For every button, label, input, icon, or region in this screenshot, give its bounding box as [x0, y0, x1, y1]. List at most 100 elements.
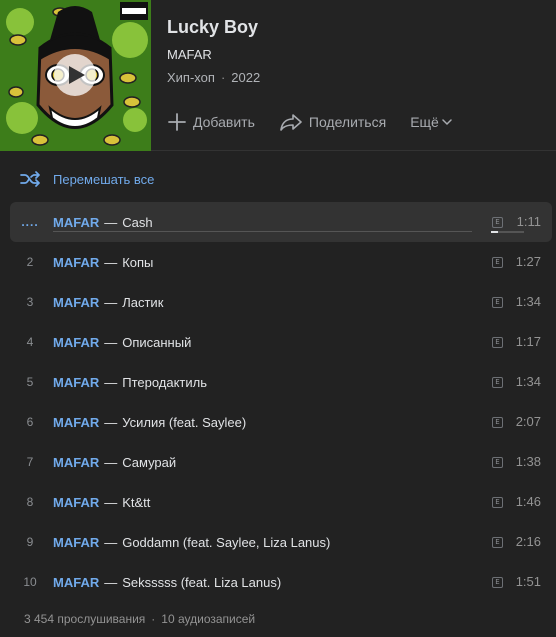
add-button-label: Добавить: [193, 114, 255, 130]
track-title-wrap: MAFAR — Усилия (feat. Saylee): [53, 402, 246, 442]
volume-fill: [491, 231, 498, 233]
track-title[interactable]: Kt&tt: [122, 495, 150, 510]
track-number: 2: [26, 255, 34, 269]
track-title-wrap: MAFAR — Kt&tt: [53, 482, 150, 522]
meta-separator: ·: [220, 70, 226, 85]
explicit-icon: E: [492, 297, 503, 308]
track-number: 6: [26, 415, 34, 429]
track-row[interactable]: 7 MAFAR — Самурай E 1:38: [10, 442, 552, 482]
track-dash: —: [104, 454, 118, 470]
more-button[interactable]: Ещё: [410, 114, 452, 130]
track-title[interactable]: Копы: [122, 255, 153, 270]
track-row[interactable]: .... MAFAR — Cash E 1:11: [10, 202, 552, 242]
plus-icon: [168, 113, 186, 131]
track-artist-link[interactable]: MAFAR: [53, 295, 99, 310]
album-title: Lucky Boy: [167, 17, 259, 37]
album-cover[interactable]: [0, 0, 151, 151]
share-arrow-icon: [280, 114, 302, 131]
track-number: 9: [26, 535, 34, 549]
explicit-icon: E: [492, 377, 503, 388]
track-title[interactable]: Cash: [122, 215, 152, 230]
track-dash: —: [104, 334, 118, 350]
track-title[interactable]: Усилия (feat. Saylee): [122, 415, 246, 430]
track-title[interactable]: Seksssss (feat. Liza Lanus): [122, 575, 281, 590]
track-title[interactable]: Ластик: [122, 295, 163, 310]
track-dash: —: [104, 534, 118, 550]
explicit-icon: E: [492, 577, 503, 588]
explicit-icon: E: [492, 217, 503, 228]
track-dash: —: [104, 214, 118, 230]
volume-slider[interactable]: [491, 231, 524, 233]
tracks-count: 10 аудиозаписей: [161, 612, 256, 626]
track-title[interactable]: Goddamn (feat. Saylee, Liza Lanus): [122, 535, 330, 550]
explicit-icon: E: [492, 497, 503, 508]
track-row[interactable]: 9 MAFAR — Goddamn (feat. Saylee, Liza Lanus…: [10, 522, 552, 562]
album-meta: Хип-хоп · 2022: [167, 70, 260, 85]
track-row[interactable]: 3 MAFAR — Ластик E 1:34: [10, 282, 552, 322]
track-number: 10: [23, 575, 37, 589]
track-title-wrap: MAFAR — Самурай: [53, 442, 176, 482]
track-duration: 1:51: [515, 574, 541, 589]
track-number: 7: [26, 455, 34, 469]
explicit-icon: E: [492, 417, 503, 428]
plays-count: 3 454 прослушивания: [24, 612, 146, 626]
track-number: 4: [26, 335, 34, 349]
shuffle-icon: [20, 171, 40, 187]
explicit-icon: E: [492, 257, 503, 268]
add-button[interactable]: Добавить: [167, 112, 255, 132]
track-progress-bar[interactable]: [53, 231, 472, 232]
track-artist-link[interactable]: MAFAR: [53, 255, 99, 270]
track-dash: —: [104, 574, 118, 590]
shuffle-all-button[interactable]: Перемешать все: [20, 170, 154, 188]
explicit-icon: E: [492, 337, 503, 348]
track-title-wrap: MAFAR — Cash: [53, 202, 153, 242]
track-dash: —: [104, 294, 118, 310]
track-artist-link[interactable]: MAFAR: [53, 375, 99, 390]
track-duration: 1:34: [515, 294, 541, 309]
track-duration: 1:34: [515, 374, 541, 389]
track-title-wrap: MAFAR — Птеродактиль: [53, 362, 207, 402]
track-title-wrap: MAFAR — Копы: [53, 242, 153, 282]
track-title[interactable]: Самурай: [122, 455, 176, 470]
track-title[interactable]: Птеродактиль: [122, 375, 207, 390]
play-icon: [69, 66, 85, 84]
track-duration: 1:38: [515, 454, 541, 469]
track-title-wrap: MAFAR — Ластик: [53, 282, 163, 322]
track-row[interactable]: 10 MAFAR — Seksssss (feat. Liza Lanus) E 1:51: [10, 562, 552, 602]
track-title[interactable]: Описанный: [122, 335, 191, 350]
track-number: 5: [26, 375, 34, 389]
track-row[interactable]: 8 MAFAR — Kt&tt E 1:46: [10, 482, 552, 522]
track-title-wrap: MAFAR — Описанный: [53, 322, 191, 362]
track-duration: 1:11: [516, 214, 541, 229]
more-button-label: Ещё: [410, 114, 439, 130]
track-title-wrap: MAFAR — Goddamn (feat. Saylee, Liza Lanus): [53, 522, 330, 562]
footer-separator: ·: [151, 612, 156, 626]
track-artist-link[interactable]: MAFAR: [53, 495, 99, 510]
track-artist-link[interactable]: MAFAR: [53, 575, 99, 590]
track-duration: 1:17: [515, 334, 541, 349]
track-row[interactable]: 4 MAFAR — Описанный E 1:17: [10, 322, 552, 362]
album-artist-link[interactable]: MAFAR: [167, 47, 212, 62]
track-number: 3: [26, 295, 34, 309]
track-artist-link[interactable]: MAFAR: [53, 455, 99, 470]
track-title-wrap: MAFAR — Seksssss (feat. Liza Lanus): [53, 562, 281, 602]
track-artist-link[interactable]: MAFAR: [53, 215, 99, 230]
share-button-label: Поделиться: [308, 114, 387, 130]
album-genre[interactable]: Хип-хоп: [167, 70, 215, 85]
shuffle-all-label: Перемешать все: [53, 171, 155, 187]
chevron-down-icon: [442, 119, 452, 126]
play-album-button[interactable]: [54, 54, 96, 96]
track-row[interactable]: 2 MAFAR — Копы E 1:27: [10, 242, 552, 282]
explicit-icon: E: [492, 457, 503, 468]
track-duration: 2:07: [515, 414, 541, 429]
track-row[interactable]: 5 MAFAR — Птеродактиль E 1:34: [10, 362, 552, 402]
track-number: ....: [21, 215, 39, 229]
track-row[interactable]: 6 MAFAR — Усилия (feat. Saylee) E 2:07: [10, 402, 552, 442]
track-dash: —: [104, 494, 118, 510]
track-artist-link[interactable]: MAFAR: [53, 415, 99, 430]
track-artist-link[interactable]: MAFAR: [53, 335, 99, 350]
track-dash: —: [104, 414, 118, 430]
share-button[interactable]: Поделиться: [279, 112, 386, 132]
track-number: 8: [26, 495, 34, 509]
track-artist-link[interactable]: MAFAR: [53, 535, 99, 550]
